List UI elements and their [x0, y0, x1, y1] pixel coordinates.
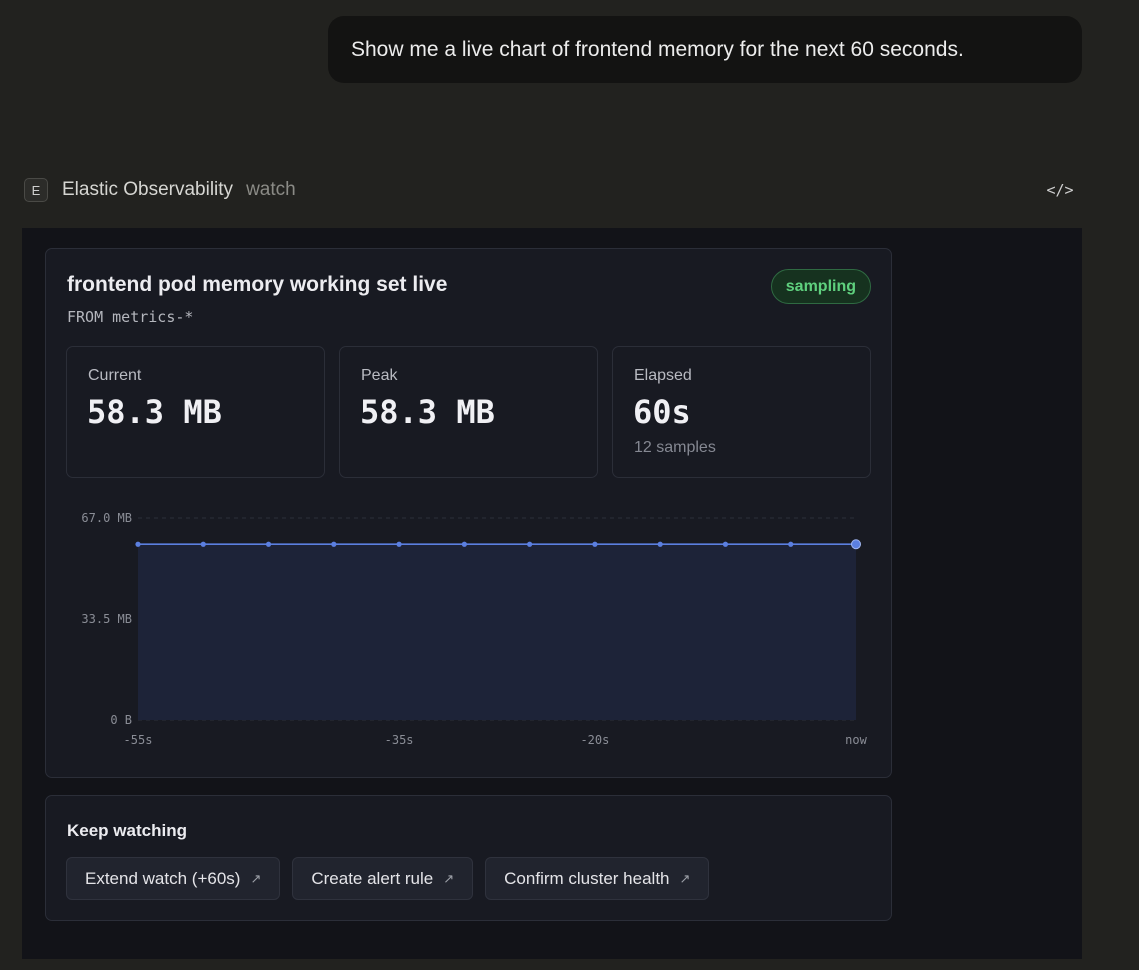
memory-card: frontend pod memory working set live FRO…: [45, 248, 892, 778]
y-tick-label: 67.0 MB: [81, 511, 132, 525]
stat-peak: Peak 58.3 MB: [339, 346, 598, 478]
stat-elapsed: Elapsed 60s 12 samples: [612, 346, 871, 478]
data-point: [265, 541, 272, 547]
actions-title: Keep watching: [67, 821, 187, 840]
stat-label: Peak: [361, 367, 398, 384]
x-tick-label: -55s: [124, 733, 153, 747]
arrow-up-right-icon: ↗: [443, 870, 455, 886]
memory-chart: 67.0 MB 33.5 MB 0 B -55s -35s -20s now: [81, 511, 867, 747]
stat-value: 60s: [633, 393, 691, 431]
extend-watch-button[interactable]: Extend watch (+60s) ↗: [66, 857, 281, 900]
confirm-cluster-health-button[interactable]: Confirm cluster health ↗: [485, 857, 710, 900]
data-point: [592, 541, 598, 547]
create-alert-rule-button[interactable]: Create alert rule ↗: [292, 857, 474, 900]
actions-card: Keep watching Extend watch (+60s) ↗ Crea…: [45, 795, 892, 921]
data-point: [396, 541, 402, 547]
data-point: [722, 541, 729, 547]
stat-value: 58.3 MB: [87, 393, 222, 431]
query-text: FROM metrics-*: [67, 308, 194, 326]
action-row: Extend watch (+60s) ↗ Create alert rule …: [66, 857, 710, 900]
arrow-up-right-icon: ↗: [250, 870, 262, 886]
arrow-up-right-icon: ↗: [679, 870, 691, 886]
data-point: [461, 541, 467, 547]
stat-current: Current 58.3 MB: [66, 346, 325, 478]
code-icon[interactable]: </>: [1046, 178, 1074, 202]
stat-sub: 12 samples: [634, 439, 716, 456]
data-point: [851, 539, 861, 550]
stat-value: 58.3 MB: [360, 393, 495, 431]
y-tick-label: 0 B: [110, 713, 132, 727]
area-fill: [138, 544, 856, 720]
tool-output-panel: frontend pod memory working set live FRO…: [22, 228, 1082, 959]
data-point: [788, 541, 794, 547]
stat-label: Current: [88, 367, 142, 384]
button-label: Confirm cluster health: [504, 868, 670, 888]
x-tick-label: -20s: [580, 733, 609, 747]
tool-action: watch: [246, 179, 296, 200]
x-tick-label: now: [845, 733, 867, 747]
x-tick-label: -35s: [385, 733, 414, 747]
data-point: [200, 541, 206, 547]
tool-header: E Elastic Observability watch: [24, 178, 296, 202]
user-message: Show me a live chart of frontend memory …: [328, 16, 1082, 83]
data-point: [657, 541, 663, 547]
button-label: Extend watch (+60s): [85, 868, 241, 888]
card-title: frontend pod memory working set live: [67, 273, 448, 296]
data-point: [527, 541, 533, 547]
button-label: Create alert rule: [311, 868, 434, 888]
data-point: [135, 541, 141, 547]
tool-name: Elastic Observability: [62, 179, 234, 200]
y-tick-label: 33.5 MB: [81, 612, 132, 626]
stat-label: Elapsed: [634, 367, 692, 384]
elastic-badge-icon: E: [24, 178, 48, 202]
status-badge: sampling: [770, 269, 871, 304]
data-point: [331, 541, 337, 547]
